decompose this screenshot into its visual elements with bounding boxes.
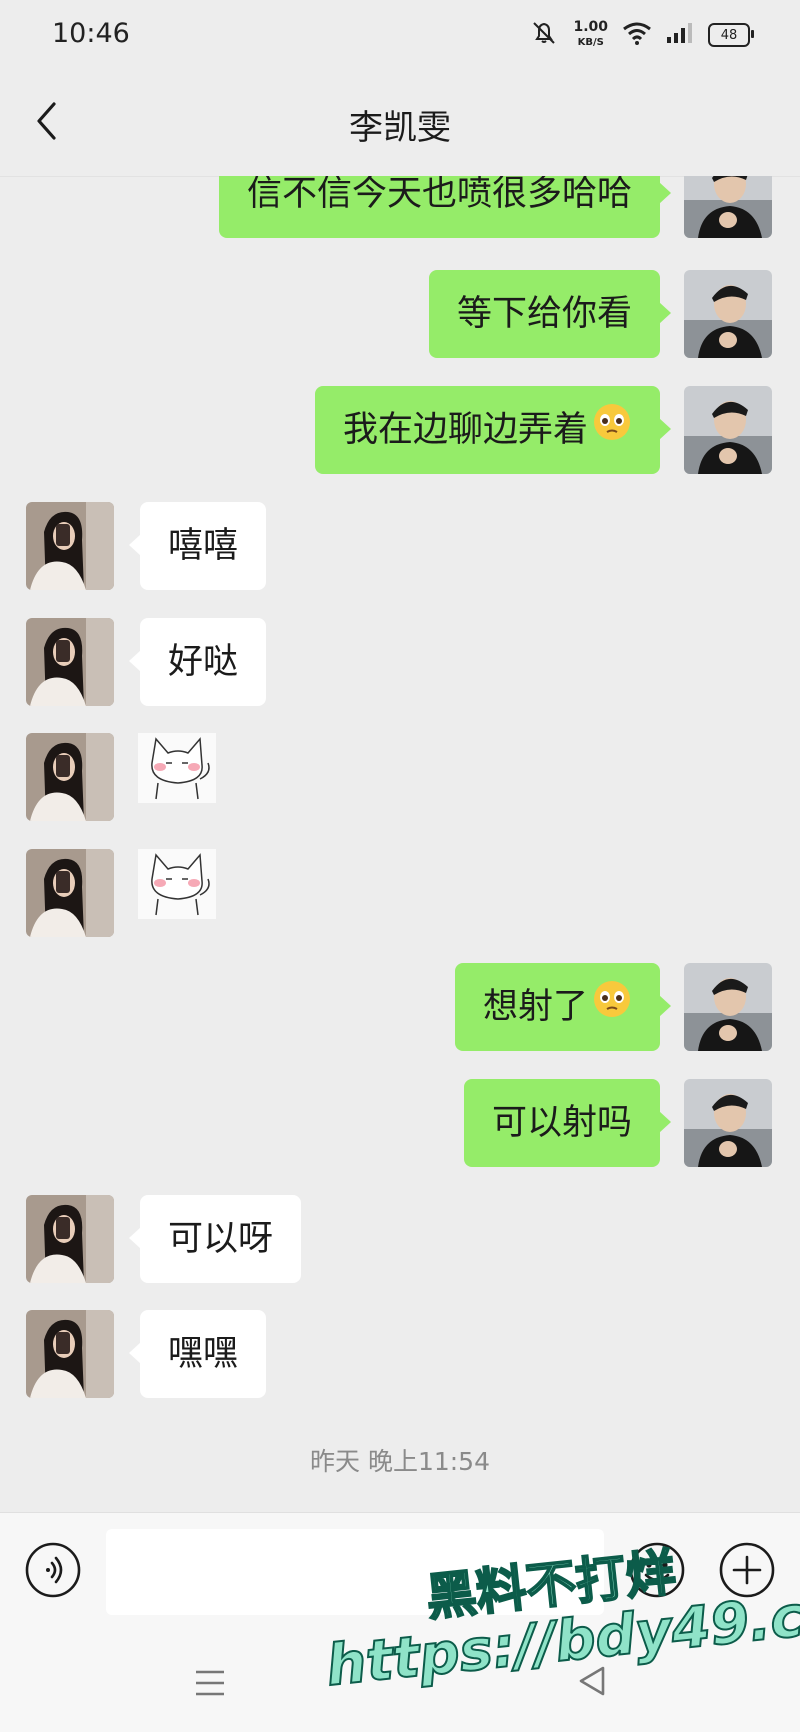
message-text: 等下给你看 (456, 294, 632, 334)
message-row: 可以射吗 (0, 1079, 800, 1167)
wifi-icon (622, 21, 652, 49)
message-text: 嘻嘻 (168, 526, 239, 566)
message-bubble[interactable]: 好哒 (128, 618, 267, 706)
chat-header: 李凯雯 (0, 72, 800, 177)
avatar[interactable] (684, 963, 772, 1051)
emoji-icon (628, 1542, 686, 1603)
message-row: 好哒 (0, 618, 800, 706)
status-bar: 10:46 1.00 KB/S 48 (0, 0, 800, 72)
bell-off-icon (529, 20, 559, 50)
status-icons: 1.00 KB/S 48 (529, 18, 754, 52)
avatar[interactable] (26, 1310, 114, 1398)
message-text: 好哒 (168, 642, 239, 682)
white-cat-sticker[interactable] (138, 733, 216, 803)
message-row (0, 733, 800, 821)
input-bar (0, 1512, 800, 1629)
status-time: 10:46 (52, 18, 130, 49)
avatar[interactable] (26, 733, 114, 821)
message-text: 想射了 (482, 987, 588, 1027)
avatar[interactable] (684, 1079, 772, 1167)
pleading-face-emoji-icon (592, 964, 632, 1052)
avatar[interactable] (26, 618, 114, 706)
message-bubble[interactable]: 我在边聊边弄着 (314, 386, 672, 475)
system-back-button[interactable] (575, 1664, 609, 1698)
avatar[interactable] (684, 386, 772, 474)
recent-apps-button[interactable] (190, 1666, 230, 1700)
emoji-button[interactable] (628, 1541, 686, 1599)
plus-icon (718, 1542, 776, 1603)
system-nav-bar (0, 1628, 800, 1732)
message-text: 信不信今天也喷很多哈哈 (246, 176, 632, 214)
message-input[interactable] (106, 1529, 604, 1615)
message-bubble[interactable]: 可以呀 (128, 1195, 302, 1283)
message-text: 嘿嘿 (168, 1334, 239, 1374)
avatar[interactable] (684, 176, 772, 238)
voice-icon (24, 1542, 82, 1603)
message-list[interactable]: 信不信今天也喷很多哈哈 等下给你看 我在边聊边弄着 嘻嘻 好哒 想射了 可以射吗… (0, 176, 800, 1512)
message-text: 可以呀 (168, 1219, 274, 1259)
avatar[interactable] (26, 849, 114, 937)
message-text: 可以射吗 (491, 1103, 632, 1143)
avatar[interactable] (684, 270, 772, 358)
message-row: 可以呀 (0, 1195, 800, 1283)
more-button[interactable] (718, 1541, 776, 1599)
message-bubble[interactable]: 可以射吗 (463, 1079, 672, 1167)
pleading-face-emoji-icon (592, 387, 632, 475)
message-row: 我在边聊边弄着 (0, 386, 800, 474)
menu-icon (190, 1670, 230, 1704)
message-row: 等下给你看 (0, 270, 800, 358)
message-row: 想射了 (0, 963, 800, 1051)
triangle-back-icon (575, 1666, 609, 1702)
message-bubble[interactable]: 信不信今天也喷很多哈哈 (218, 176, 672, 238)
net-speed: 1.00 KB/S (573, 20, 608, 50)
message-text: 我在边聊边弄着 (342, 410, 588, 450)
avatar[interactable] (26, 502, 114, 590)
net-speed-unit: KB/S (577, 37, 604, 48)
signal-icon (666, 22, 694, 48)
message-row: 嘻嘻 (0, 502, 800, 590)
message-row (0, 849, 800, 937)
battery-indicator: 48 (708, 23, 754, 47)
net-speed-value: 1.00 (573, 19, 608, 35)
white-cat-sticker[interactable] (138, 849, 216, 919)
message-row: 信不信今天也喷很多哈哈 (0, 176, 800, 238)
message-row: 嘿嘿 (0, 1310, 800, 1398)
voice-button[interactable] (24, 1541, 82, 1599)
contact-name: 李凯雯 (349, 108, 451, 148)
message-timestamp: 昨天 晚上11:54 (310, 1447, 490, 1476)
message-bubble[interactable]: 嘻嘻 (128, 502, 267, 590)
message-bubble[interactable]: 等下给你看 (428, 270, 672, 358)
message-bubble[interactable]: 想射了 (454, 963, 672, 1052)
message-bubble[interactable]: 嘿嘿 (128, 1310, 267, 1398)
avatar[interactable] (26, 1195, 114, 1283)
